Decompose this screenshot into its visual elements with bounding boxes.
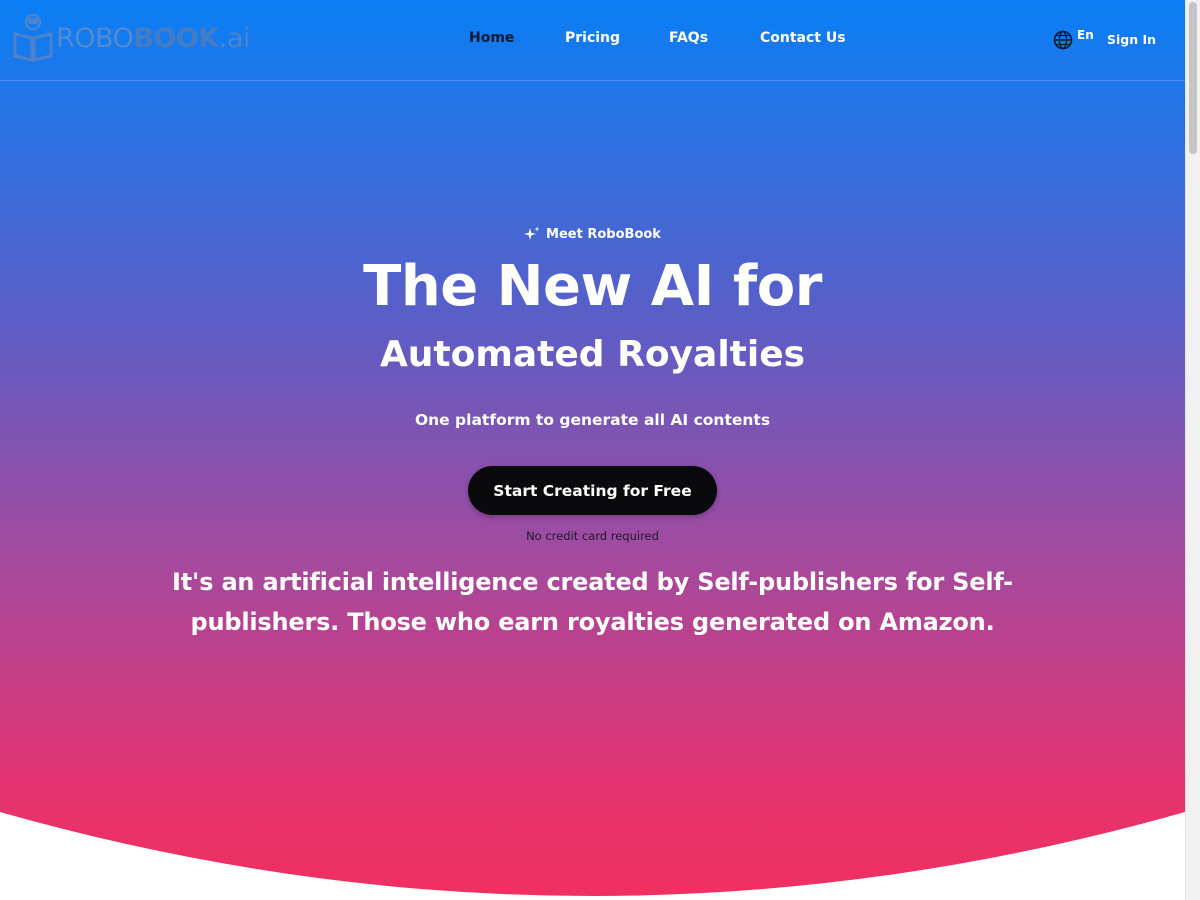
start-creating-button[interactable]: Start Creating for Free [468,466,717,515]
hero-title: The New AI for [363,254,822,319]
scrollbar-thumb[interactable] [1189,2,1197,154]
sparkle-icon [524,226,540,240]
hero-description: It's an artificial intelligence created … [172,568,1013,636]
hero-title-secondary: Automated Royalties [379,334,806,375]
page: ROBOBOOK.ai Home Pricing FAQs Contact Us… [0,0,1185,900]
scrollbar[interactable] [1185,0,1200,900]
cta-note: No credit card required [526,529,659,543]
hero-subtitle: One platform to generate all AI contents [414,411,771,429]
hero-section: Meet RoboBook The New AI for Automated R… [0,0,1185,900]
eyebrow-label: Meet RoboBook [546,226,661,242]
bottom-curve [0,812,1185,900]
eyebrow: Meet RoboBook [0,226,1185,242]
